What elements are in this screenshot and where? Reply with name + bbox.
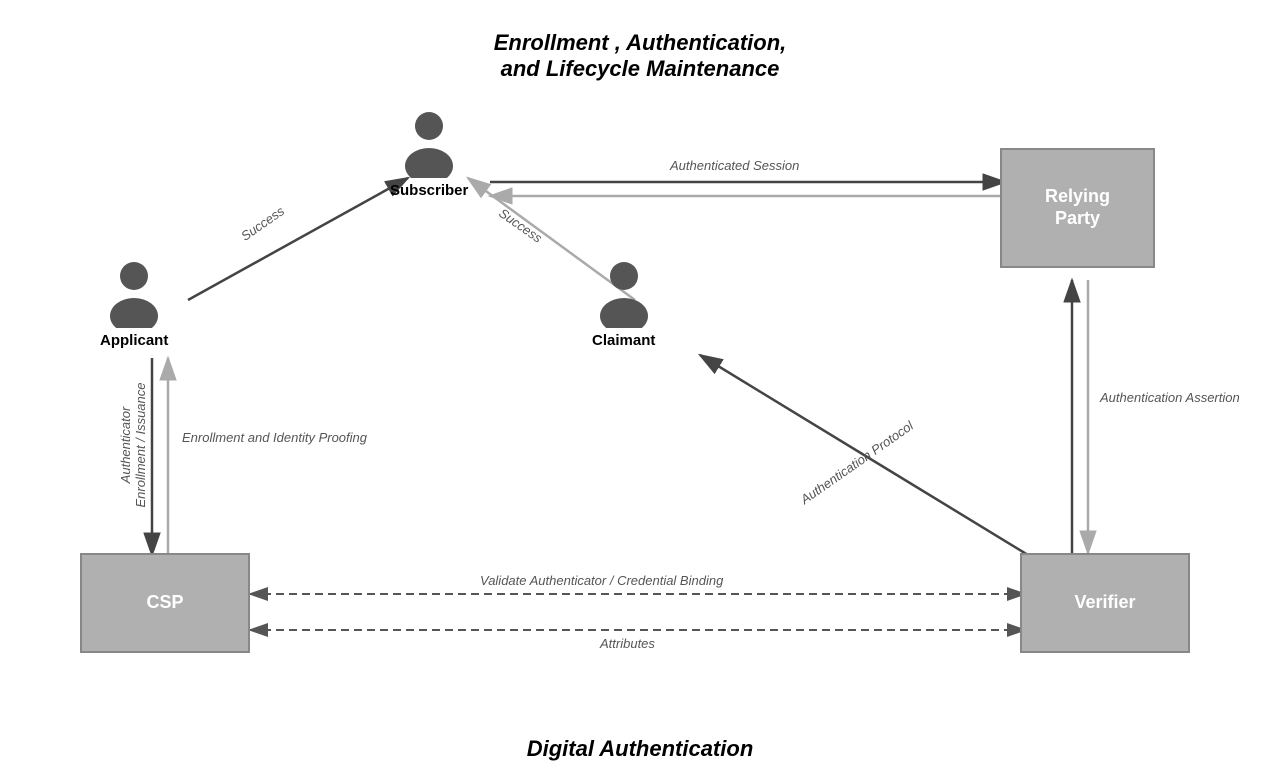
attributes-label: Attributes — [600, 636, 655, 651]
verifier-node: Verifier — [1020, 553, 1190, 653]
applicant-icon — [104, 258, 164, 328]
diagram: Enrollment , Authentication, and Lifecyc… — [0, 0, 1280, 780]
claimant-node: Claimant — [592, 258, 655, 349]
csp-node: CSP — [80, 553, 250, 653]
csp-label: CSP — [146, 592, 183, 614]
relying-party-node: Relying Party — [1000, 148, 1155, 268]
subscriber-label: Subscriber — [390, 182, 468, 199]
success-applicant-label: Success — [238, 203, 287, 243]
diagram-title: Enrollment , Authentication, and Lifecyc… — [494, 30, 787, 82]
success-claimant-label: Success — [496, 205, 545, 245]
subscriber-node: Subscriber — [390, 108, 468, 199]
authenticator-enrollment-label: Authenticator Enrollment / Issuance — [118, 380, 148, 510]
arrows-layer — [0, 0, 1280, 780]
relying-party-label: Relying Party — [1045, 186, 1110, 229]
applicant-label: Applicant — [100, 332, 168, 349]
claimant-icon — [594, 258, 654, 328]
enrollment-identity-label: Enrollment and Identity Proofing — [182, 430, 367, 445]
authenticated-session-label: Authenticated Session — [670, 158, 799, 173]
authentication-assertion-label: Authentication Assertion — [1100, 390, 1240, 405]
authentication-protocol-label: Authentication Protocol — [798, 418, 916, 507]
subscriber-icon — [399, 108, 459, 178]
verifier-label: Verifier — [1074, 592, 1135, 614]
claimant-label: Claimant — [592, 332, 655, 349]
validate-authenticator-label: Validate Authenticator / Credential Bind… — [480, 573, 723, 588]
bottom-title: Digital Authentication — [527, 736, 754, 762]
applicant-node: Applicant — [100, 258, 168, 349]
